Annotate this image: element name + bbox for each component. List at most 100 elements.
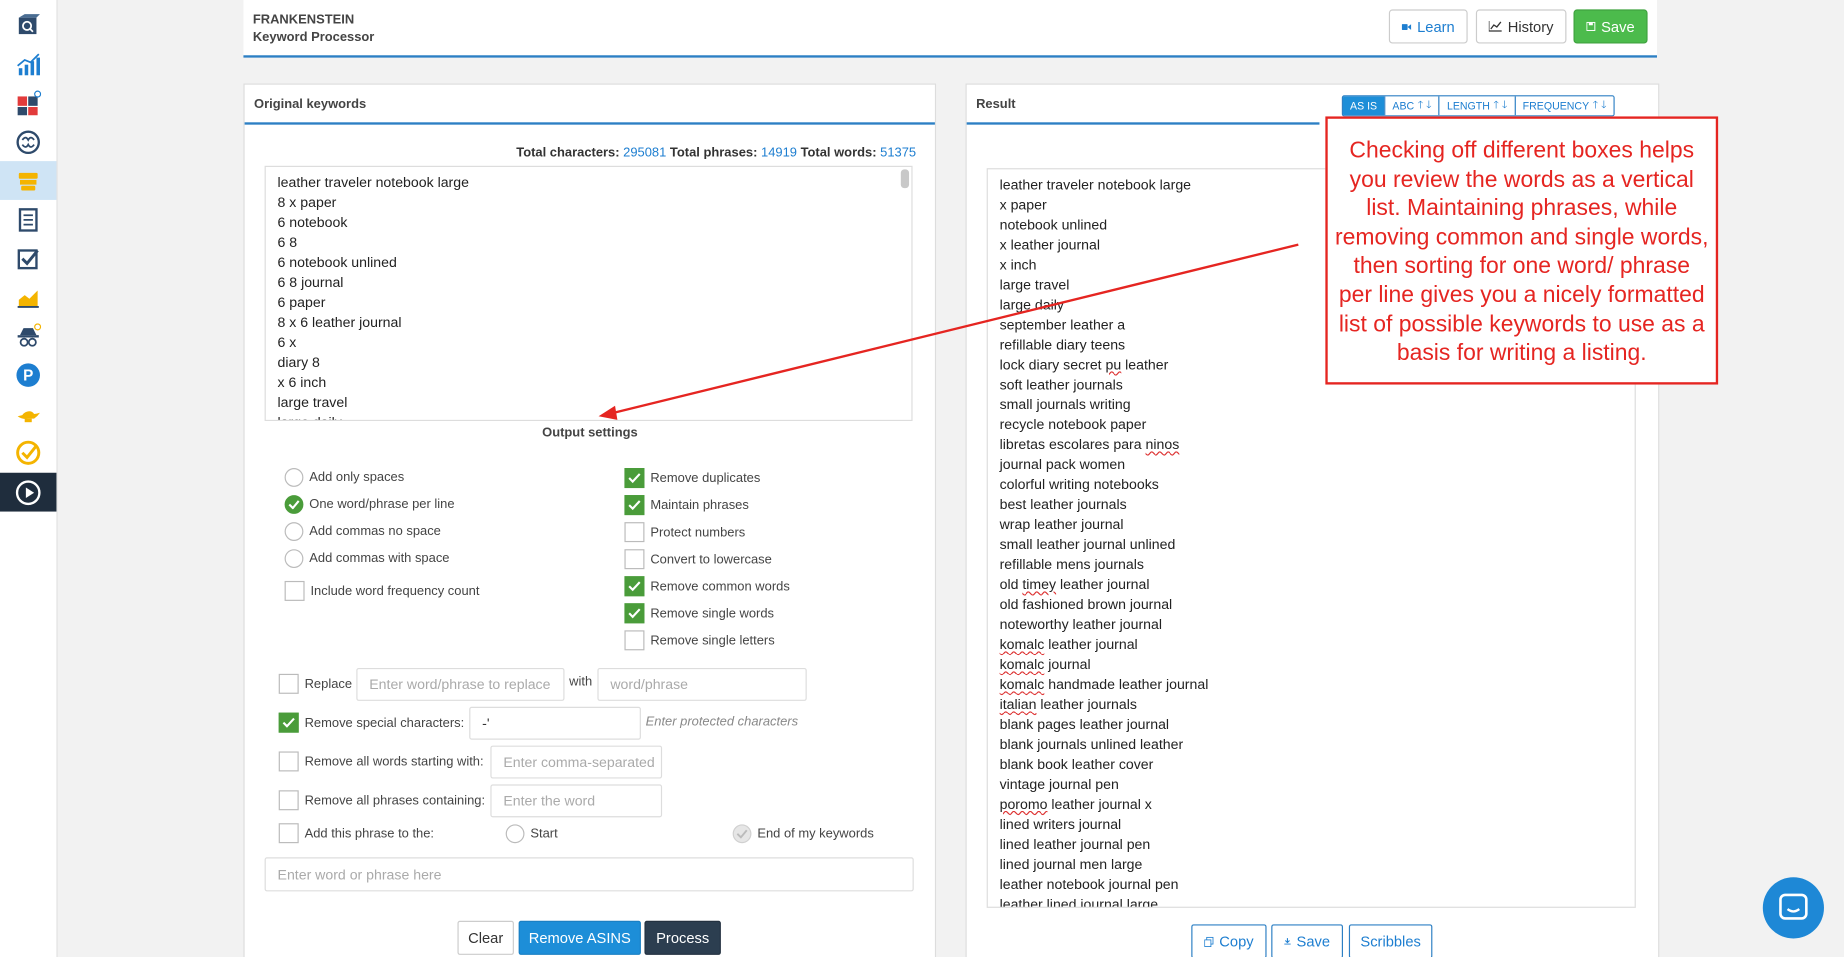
checkbox-label: Remove all words starting with: [304,754,484,769]
keyword-line: 6 8 journal [277,274,344,291]
sidebar: P [0,0,58,957]
checkbox-maintain-phrases[interactable]: Maintain phrases [624,495,749,516]
keyword-line: large travel [277,393,348,411]
starting-with-input[interactable]: Enter comma-separated [490,745,663,779]
chat-launcher[interactable] [1762,877,1824,939]
floppy-disk-icon [1586,21,1596,31]
sort-label: ABC [1392,99,1415,112]
checkbox-box-checked[interactable] [624,576,645,597]
radio-label: Add commas no space [309,524,441,539]
radio-one-per-line[interactable]: One word/phrase per line [284,495,455,514]
checkbox-box-checked[interactable] [624,468,645,489]
radio-circle[interactable] [284,522,304,541]
keyword-line: leather lined journal large [999,896,1159,908]
brand: FRANKENSTEIN Keyword Processor [253,12,375,47]
remove-asins-button[interactable]: Remove ASINS [518,920,641,955]
with-input[interactable]: word/phrase [597,667,807,701]
checkbox-box[interactable] [284,580,305,601]
checkbox-protect-numbers[interactable]: Protect numbers [624,522,746,543]
process-button[interactable]: Process [644,920,721,955]
sort-as-is[interactable]: AS IS [1342,96,1385,116]
area-chart-icon[interactable] [0,278,56,317]
keyword-line: komalc journal [999,656,1091,673]
checkbox-replace[interactable]: Replace [278,673,352,694]
copy-button[interactable]: Copy [1191,924,1267,957]
arrow-up-down-icon: 🡑 🡓 [1592,98,1607,111]
totals-bar: Total characters: 295081 Total phrases: … [516,146,916,160]
learn-button[interactable]: Learn [1388,9,1468,44]
checkbox-label: Convert to lowercase [650,552,772,567]
history-button[interactable]: History [1475,9,1567,44]
sort-length[interactable]: LENGTH 🡑 🡓 [1438,96,1515,116]
checkbox-include-frequency[interactable]: Include word frequency count [284,580,479,601]
checkbox-label: Remove single letters [650,633,775,648]
sort-frequency[interactable]: FREQUENCY 🡑 🡓 [1514,96,1614,116]
checkbox-box[interactable] [278,751,299,772]
replace-input[interactable]: Enter word/phrase to replace [356,667,565,701]
checkbox-remove-common-words[interactable]: Remove common words [624,576,790,597]
line-chart-icon [1488,20,1502,32]
checkbox-remove-starting[interactable]: Remove all words starting with: [278,751,484,772]
checkbox-remove-duplicates[interactable]: Remove duplicates [624,468,760,489]
checkbox-remove-containing[interactable]: Remove all phrases containing: [278,790,485,811]
radio-circle-checked[interactable] [732,824,752,844]
radio-start[interactable]: Start [505,824,558,844]
save-button[interactable]: Save [1573,9,1648,44]
scribbles-button[interactable]: Scribbles [1348,924,1433,957]
sort-abc[interactable]: ABC 🡑 🡓 [1384,96,1439,116]
search-box-icon[interactable] [0,5,56,44]
checkbox-remove-special[interactable]: Remove special characters: [278,712,465,733]
phrase-input[interactable]: Enter word or phrase here [264,857,914,892]
checkbox-icon[interactable] [0,239,56,278]
checkbox-box[interactable] [624,522,645,543]
original-keywords-textarea[interactable]: leather traveler notebook large 8 x paper… [264,165,913,422]
checkbox-remove-single-letters[interactable]: Remove single letters [624,630,775,651]
checkbox-add-phrase[interactable]: Add this phrase to the: [278,823,434,844]
special-characters-hint: Enter protected characters [645,715,799,730]
containing-input[interactable]: Enter the word [490,784,663,818]
checkbox-label: Protect numbers [650,525,746,540]
puzzle-icon[interactable] [0,83,56,122]
app-root: P FRANKENSTEIN Keyword Processor Learn H… [0,0,1844,957]
radio-end[interactable]: End of my keywords [732,824,874,844]
scrollbar-thumb[interactable] [900,169,910,189]
play-icon[interactable] [0,472,57,512]
misspelled-word: poromo [999,796,1048,813]
spy-icon[interactable] [0,316,56,355]
keyword-line: blank pages leather journal [999,716,1170,733]
genie-lamp-icon[interactable] [0,394,56,433]
keyword-line: small journals writing [999,396,1131,413]
checkbox-label: Remove special characters: [304,715,465,730]
save-result-button[interactable]: Save [1271,924,1343,957]
radio-circle-checked[interactable] [284,495,304,514]
radio-circle[interactable] [505,824,525,844]
p-badge-icon[interactable]: P [0,355,56,394]
total-characters-label: Total characters: [516,145,620,160]
radio-add-only-spaces[interactable]: Add only spaces [284,468,404,487]
clear-button[interactable]: Clear [457,920,514,955]
checkbox-box[interactable] [278,673,299,694]
radio-circle[interactable] [284,468,304,487]
keyword-line: 6 notebook unlined [277,254,397,271]
checkbox-convert-lowercase[interactable]: Convert to lowercase [624,549,772,570]
radio-commas-with-space[interactable]: Add commas with space [284,549,449,569]
download-icon [1284,938,1291,945]
checkbox-remove-single-words[interactable]: Remove single words [624,603,774,624]
misspelled-word: ninos [1145,436,1180,453]
radio-circle[interactable] [284,549,304,569]
radio-commas-no-space[interactable]: Add commas no space [284,522,441,541]
checkbox-box-checked[interactable] [624,495,645,516]
check-circle-icon[interactable] [0,433,56,472]
checkbox-box[interactable] [624,630,645,651]
frankenstein-icon[interactable] [0,161,57,200]
document-icon[interactable] [0,200,56,239]
check-icon [628,608,641,619]
brain-icon[interactable] [0,122,56,161]
bar-chart-icon[interactable] [0,45,56,84]
checkbox-box[interactable] [624,549,645,570]
checkbox-box-checked[interactable] [624,603,645,624]
checkbox-box[interactable] [278,823,299,844]
checkbox-box[interactable] [278,790,299,811]
special-characters-input[interactable]: -' [469,706,641,740]
checkbox-box-checked[interactable] [278,712,299,733]
